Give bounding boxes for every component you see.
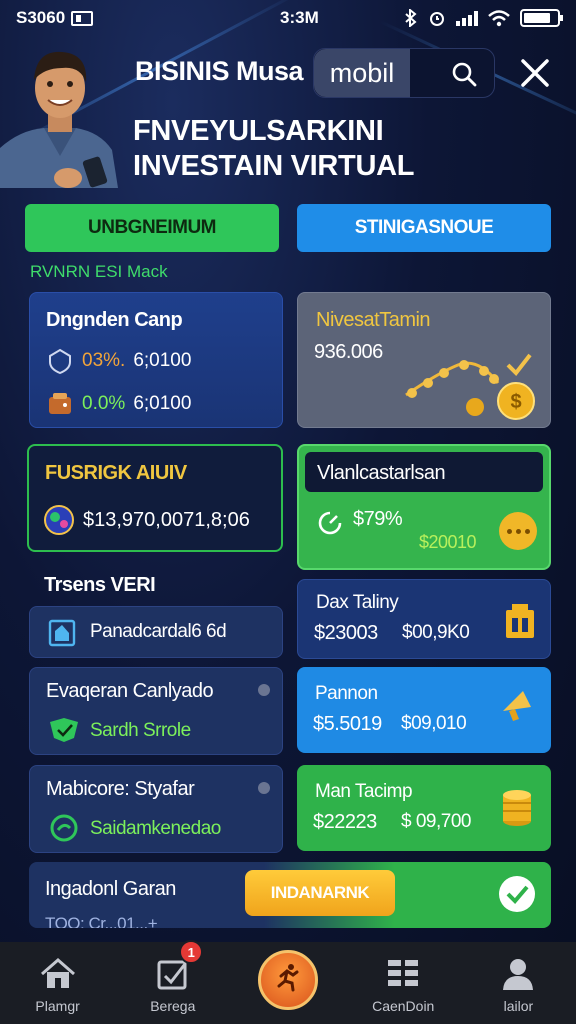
banner-cta-button[interactable]: INDANARNK (245, 870, 395, 916)
mant-card[interactable]: Man Tacimp $22223 $ 09,700 (297, 765, 551, 851)
nav-label-grid: CaenDoin (372, 998, 435, 1014)
bluetooth-icon (405, 9, 417, 27)
fusion-title: FUSRIGK AIUIV (45, 462, 187, 484)
home-icon (40, 958, 75, 988)
svg-text:$: $ (510, 391, 521, 413)
secondary-tab-button[interactable]: STINIGASNOUE (297, 204, 551, 252)
budget-row-2-value: 6;0100 (133, 393, 192, 414)
shield-check-icon (50, 718, 78, 742)
nav-item-home[interactable]: Plamgr (0, 942, 115, 1024)
megaphone-icon (503, 691, 531, 721)
grid-icon (388, 960, 419, 986)
trends-item[interactable]: Panadcardal6 6d (29, 606, 283, 658)
status-dot (258, 782, 270, 794)
budget-row-1: 03%. 6;0100 (46, 347, 191, 375)
vlan-title: Vlanlcastarlsan (317, 462, 446, 484)
app-brand: BISINIS Musa (135, 56, 304, 86)
section-label: RVNRN ESI Mack (30, 262, 168, 281)
trends-title: Trsens VERI (44, 574, 156, 596)
runner-icon (277, 964, 299, 992)
budget-row-1-pct: 03%. (82, 350, 126, 371)
hand-coin-icon (50, 814, 78, 842)
status-left-text: S3060 (16, 8, 66, 27)
banner-card[interactable]: Ingadonl Garan TOO: Cr...01...+ INDANARN… (29, 862, 551, 928)
mabi-card[interactable]: Mabicore: Styafar Saidamkenedao (29, 765, 283, 853)
search-input[interactable]: mobil (314, 49, 410, 97)
more-options-icon[interactable] (499, 512, 537, 550)
center-action-button[interactable] (258, 950, 318, 1010)
wifi-icon (488, 9, 510, 26)
budget-row-2: 0.0% 6;0100 (46, 390, 191, 418)
avatar (0, 51, 118, 188)
search-icon[interactable] (450, 60, 478, 88)
nav-item-profile[interactable]: lailor (461, 942, 576, 1024)
budget-row-1-value: 6;0100 (133, 350, 192, 371)
nav-label-profile: lailor (503, 998, 534, 1014)
status-time: 3:3M (280, 8, 319, 27)
mant-value-2: $ 09,700 (401, 811, 471, 832)
notification-icon (71, 10, 94, 26)
close-icon[interactable] (517, 55, 553, 91)
invest-title: NivesatTamin (316, 309, 431, 331)
evaq-card[interactable]: Evaqeran Canlyado Sardh Srrole (29, 667, 283, 755)
check-circle-icon[interactable] (497, 874, 537, 914)
pannon-value-1: $5.5019 (313, 713, 382, 735)
nav-item-grid[interactable]: CaenDoin (346, 942, 461, 1024)
nav-label-tasks: Berega (150, 998, 196, 1014)
banner-partial-text: TOO: Cr...01...+ (45, 914, 158, 928)
budget-row-2-pct: 0.0% (82, 393, 126, 414)
budget-card[interactable]: Dngnden Canp 03%. 6;0100 0.0% 6;0100 (29, 292, 283, 428)
battery-icon (520, 9, 563, 27)
vlan-pct: $79% (353, 508, 403, 530)
dax-value-1: $23003 (314, 622, 378, 644)
coin-stack-icon (503, 790, 531, 826)
evaq-title: Evaqeran Canlyado (46, 680, 214, 702)
banner-title: Ingadonl Garan (45, 878, 176, 900)
evaq-subtitle: Sardh Srrole (90, 720, 191, 741)
mant-title: Man Tacimp (315, 781, 413, 802)
vlan-card[interactable]: Vlanlcastarlsan $79% $20010 (297, 444, 551, 570)
fusion-card[interactable]: FUSRIGK AIUIV $13,970,0071,8;06 (27, 444, 283, 552)
progress-ring-icon (318, 511, 342, 535)
mabi-title: Mabicore: Styafar (46, 778, 195, 800)
mabi-subtitle: Saidamkenedao (90, 818, 221, 839)
user-icon (503, 959, 534, 990)
nav-item-center[interactable] (230, 942, 345, 1024)
dax-value-2: $00,9K0 (402, 622, 470, 643)
pannon-value-2: $09,010 (401, 713, 467, 734)
dax-card[interactable]: Dax Taliny $23003 $00,9K0 (297, 579, 551, 659)
primary-tab-button[interactable]: UNBGNEIMUM (25, 204, 279, 252)
status-dot (258, 684, 270, 696)
vlan-amount: $20010 (419, 532, 477, 552)
dax-title: Dax Taliny (316, 592, 399, 613)
nav-item-tasks[interactable]: 1 Berega (115, 940, 230, 1024)
pannon-title: Pannon (315, 683, 378, 704)
building-icon (506, 604, 534, 638)
headline-line-2: INVESTAIN VIRTUAL (133, 150, 415, 182)
signal-icon (456, 10, 478, 26)
coins-chart-icon: $ (405, 353, 535, 420)
fusion-value: $13,970,0071,8;06 (83, 508, 250, 531)
status-bar: S3060 3:3M (0, 0, 576, 36)
nav-label-home: Plamgr (35, 998, 80, 1014)
trends-item-label: Panadcardal6 6d (90, 621, 227, 642)
headline-line-1: FNVEYULSARKINI (133, 115, 384, 147)
alarm-icon (430, 12, 444, 26)
globe-icon (44, 505, 74, 535)
search-bar[interactable]: mobil (313, 48, 495, 98)
chart-icon (48, 619, 76, 647)
shield-icon (49, 348, 71, 375)
pannon-card[interactable]: Pannon $5.5019 $09,010 (297, 667, 551, 753)
wallet-icon (49, 393, 71, 414)
budget-title: Dngnden Canp (46, 309, 183, 331)
mant-value-1: $22223 (313, 811, 377, 833)
invest-card[interactable]: NivesatTamin 936.006 $ (297, 292, 551, 428)
bottom-nav: Plamgr 1 Berega CaenDoin lailor (0, 940, 576, 1024)
notification-badge: 1 (179, 940, 204, 964)
fusion-row: $13,970,0071,8;06 (43, 504, 250, 536)
invest-value: 936.006 (314, 341, 383, 363)
page-title: FNVEYULSARKINI INVESTAIN VIRTUAL (133, 114, 414, 184)
